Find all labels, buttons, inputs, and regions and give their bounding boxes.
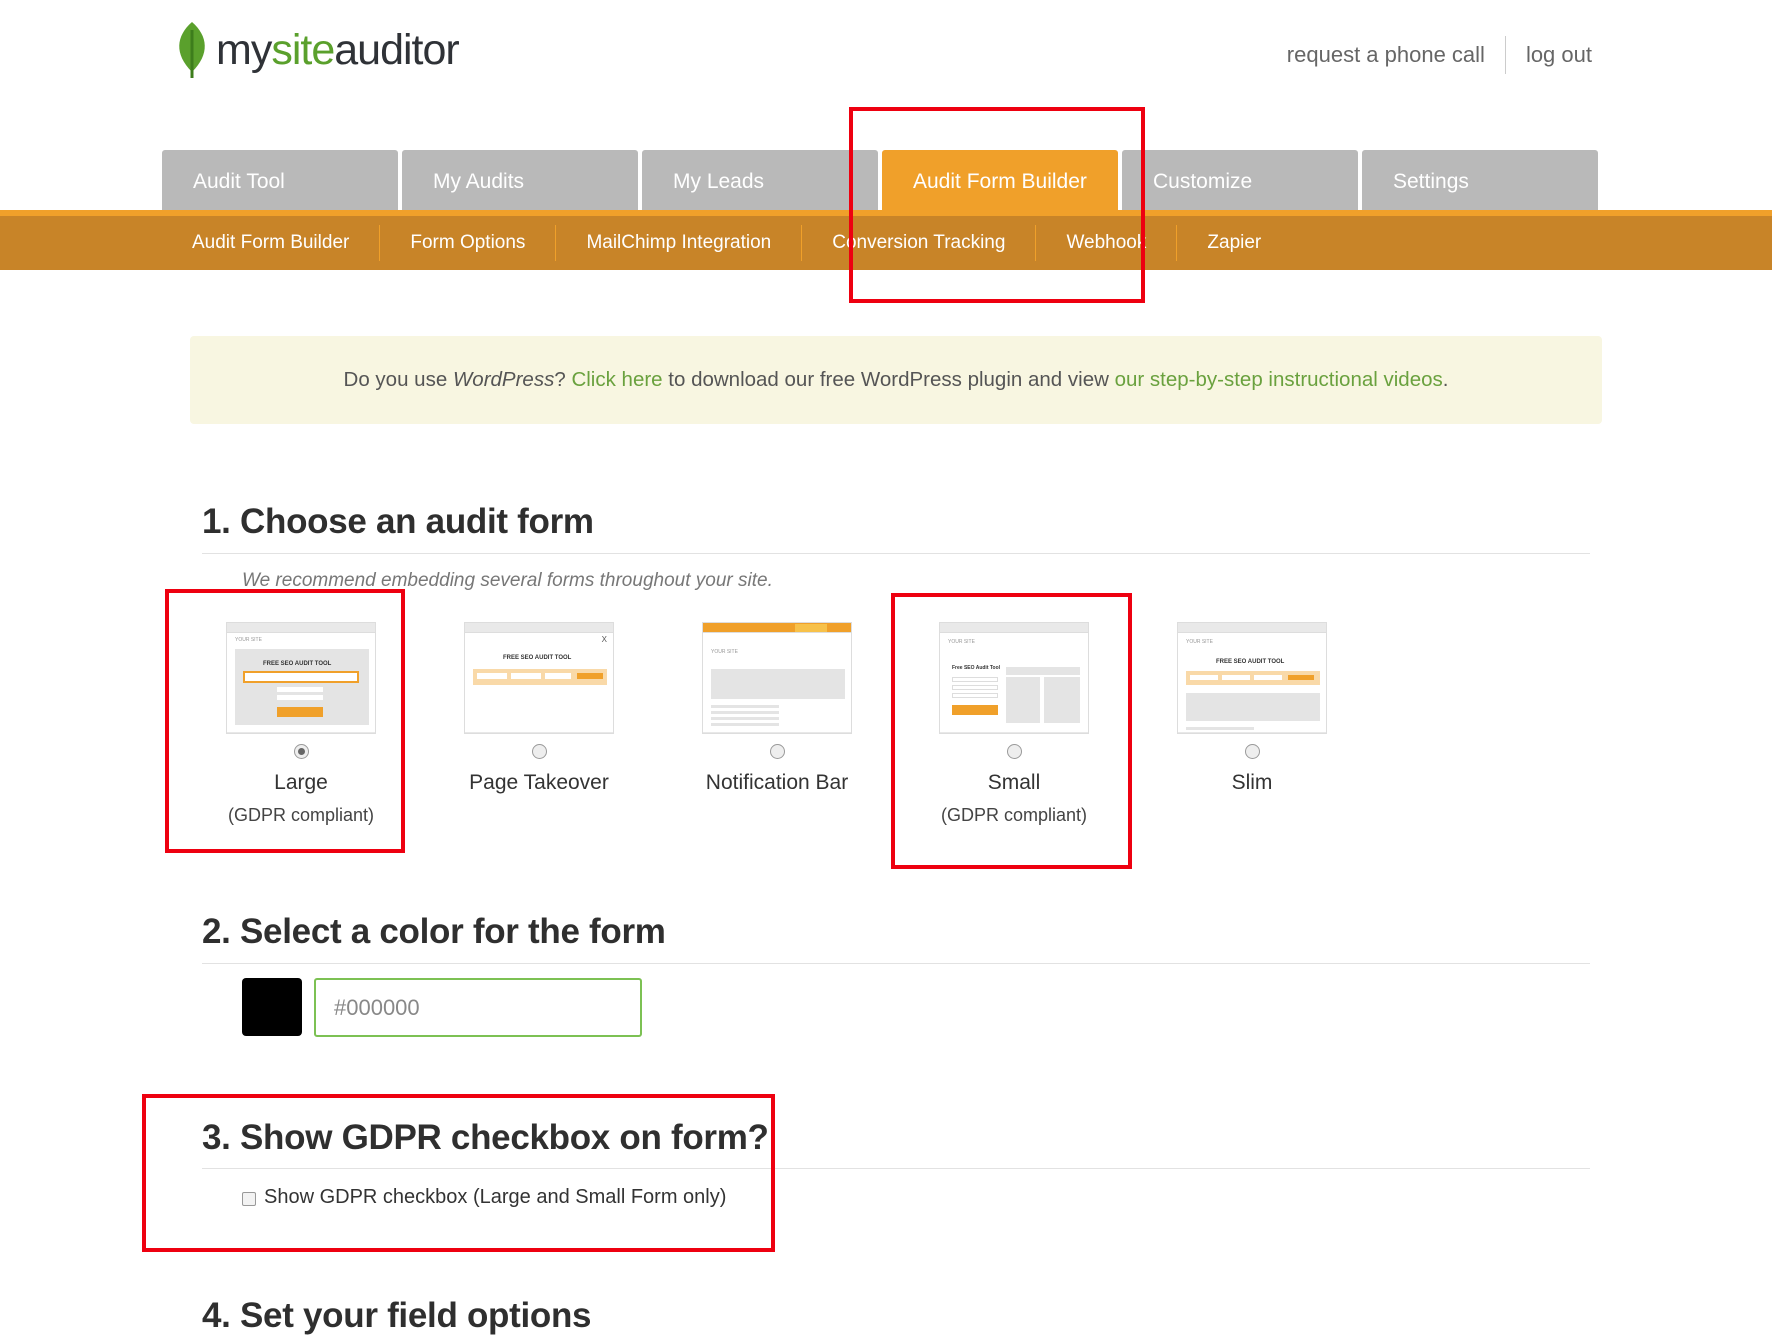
page-takeover-radio[interactable] bbox=[531, 744, 547, 759]
annotation-highlight-box bbox=[849, 107, 1145, 303]
subnav-zapier[interactable]: Zapier bbox=[1177, 225, 1291, 261]
top-links: request a phone call log out bbox=[1287, 36, 1592, 74]
form-option-notification-bar[interactable]: YOUR SITE Notification Bar bbox=[675, 622, 879, 795]
subnav-form-options[interactable]: Form Options bbox=[380, 225, 557, 261]
form-option-page-takeover[interactable]: X FREE SEO AUDIT TOOL Page Takeover bbox=[437, 622, 641, 795]
leaf-icon bbox=[179, 22, 205, 78]
slim-radio[interactable] bbox=[1244, 744, 1260, 759]
subnav-audit-form-builder[interactable]: Audit Form Builder bbox=[162, 225, 381, 261]
wordpress-notice: Do you use WordPress? Click here to down… bbox=[190, 336, 1602, 424]
logo-text: mysiteauditor bbox=[216, 25, 460, 74]
tab-my-audits[interactable]: My Audits bbox=[402, 150, 638, 210]
instructional-videos-link[interactable]: our step-by-step instructional videos bbox=[1115, 368, 1443, 391]
annotation-highlight-box bbox=[142, 1094, 775, 1252]
click-here-link[interactable]: Click here bbox=[571, 368, 662, 391]
tab-customize[interactable]: Customize bbox=[1122, 150, 1358, 210]
subnav-mailchimp-integration[interactable]: MailChimp Integration bbox=[556, 225, 803, 261]
form-option-slim[interactable]: YOUR SITE FREE SEO AUDIT TOOL Slim bbox=[1150, 622, 1354, 795]
notification-bar-thumbnail: YOUR SITE bbox=[702, 622, 852, 734]
annotation-highlight-box bbox=[165, 589, 405, 853]
notification-bar-radio[interactable] bbox=[769, 744, 785, 759]
divider bbox=[202, 963, 1590, 964]
section-4-title: 4. Set your field options bbox=[202, 1296, 592, 1335]
color-hex-input[interactable] bbox=[314, 978, 642, 1037]
site-logo[interactable]: mysiteauditor bbox=[174, 20, 460, 80]
form-option-label: Page Takeover bbox=[469, 771, 609, 794]
form-option-label: Slim bbox=[1231, 771, 1273, 794]
page-takeover-thumbnail: X FREE SEO AUDIT TOOL bbox=[464, 622, 614, 734]
request-phone-call-link[interactable]: request a phone call bbox=[1287, 42, 1485, 68]
tab-my-leads[interactable]: My Leads bbox=[642, 150, 878, 210]
color-swatch[interactable] bbox=[242, 978, 302, 1036]
section-2-title: 2. Select a color for the form bbox=[202, 912, 666, 951]
section-1-title: 1. Choose an audit form bbox=[202, 502, 594, 541]
annotation-highlight-box bbox=[891, 593, 1132, 869]
divider bbox=[1504, 36, 1506, 74]
slim-form-thumbnail: YOUR SITE FREE SEO AUDIT TOOL bbox=[1177, 622, 1327, 734]
tab-audit-tool[interactable]: Audit Tool bbox=[162, 150, 398, 210]
log-out-link[interactable]: log out bbox=[1526, 42, 1592, 68]
form-option-label: Notification Bar bbox=[705, 771, 849, 794]
tab-settings[interactable]: Settings bbox=[1362, 150, 1598, 210]
divider bbox=[202, 553, 1590, 554]
